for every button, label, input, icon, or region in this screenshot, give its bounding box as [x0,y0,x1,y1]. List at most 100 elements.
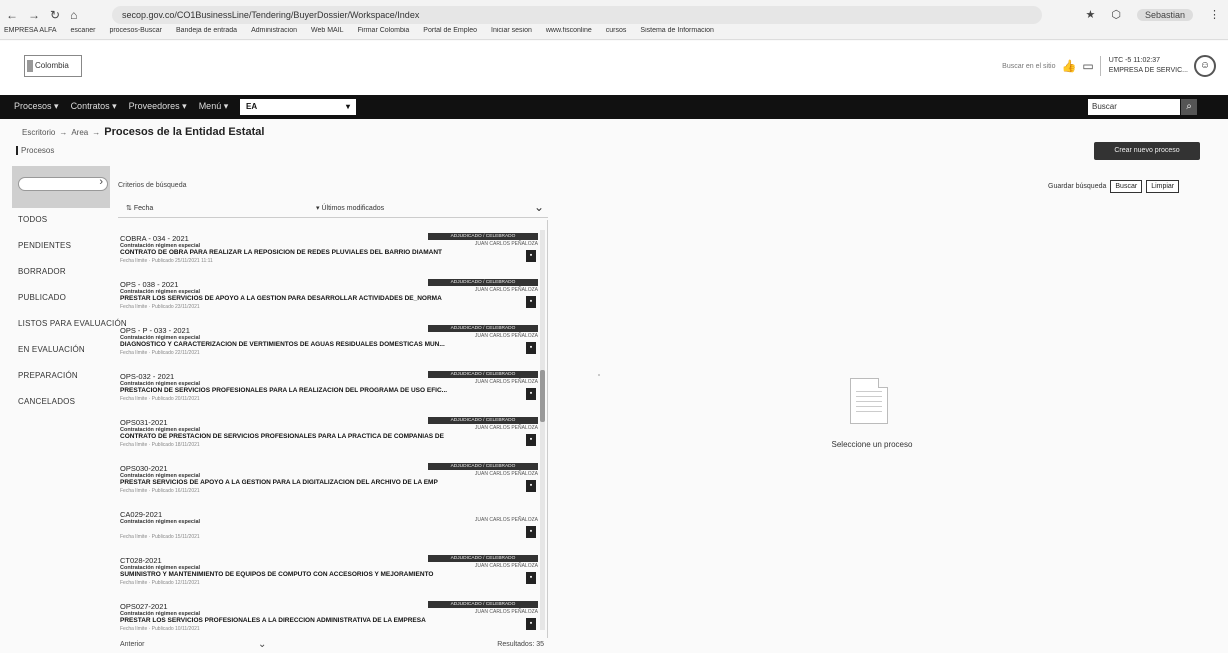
menu-icon[interactable]: ⋮ [1209,8,1220,21]
process-owner: JUAN CARLOS PEÑALOZA [474,609,538,615]
process-description: PRESTACION DE SERVICIOS PROFESIONALES PA… [120,387,448,394]
nav-item-proveedores[interactable]: Proveedores ▾ [129,101,187,112]
process-owner: JUAN CARLOS PEÑALOZA [474,517,538,523]
site-search-link[interactable]: Buscar en el sitio [1002,63,1055,70]
document-action-icon[interactable]: ▪ [526,572,536,584]
process-owner: JUAN CARLOS PEÑALOZA [474,241,538,247]
process-description: CONTRATO DE PRESTACION DE SERVICIOS PROF… [120,433,444,440]
status-item-evaluacion[interactable]: EN EVALUACIÓN [18,345,127,371]
header-actions: Buscar en el sitio 👍 ▭ UTC -5 11:02:37 E… [1002,55,1216,77]
status-item-publicado[interactable]: PUBLICADO [18,293,127,319]
status-item-cancelados[interactable]: CANCELADOS [18,397,127,423]
search-criteria-link[interactable]: Criterios de búsqueda [118,182,187,189]
chevron-down-icon[interactable]: ⌄ [258,639,266,650]
bookmark[interactable]: EMPRESA ALFA [4,27,57,40]
thumbs-up-icon[interactable]: 👍 [1061,59,1076,73]
sort-row: ⇅ Fecha ▾ Últimos modificados ⌄ [118,200,548,218]
notifications-icon[interactable]: ▭ [1082,59,1093,73]
user-info[interactable]: UTC -5 11:02:37 EMPRESA DE SERVIC... [1099,56,1188,76]
bookmark[interactable]: www.fisconline [546,27,592,40]
status-item-preparacion[interactable]: PREPARACIÓN [18,371,127,397]
back-icon[interactable]: ← [6,8,18,22]
chevron-down-icon[interactable]: ⌄ [534,200,544,214]
bookmark[interactable]: Administracion [251,27,297,40]
search-icon[interactable]: ⌕ [1181,99,1197,115]
search-button[interactable]: Buscar [1110,180,1143,193]
process-row[interactable]: COBRA - 034 - 2021 Contratación régimen e… [118,233,542,280]
process-reference: OPS027-2021 [120,602,168,611]
chevron-right-icon: → [92,127,101,137]
nav-item-menu[interactable]: Menú ▾ [199,101,229,112]
document-action-icon[interactable]: ▪ [526,434,536,446]
process-row[interactable]: OPS - P - 033 - 2021 Contratación régimen… [118,325,542,372]
status-badge: ADJUDICADO / CELEBRADO [428,463,538,470]
bookmark[interactable]: Iniciar sesion [491,27,532,40]
document-action-icon[interactable]: ▪ [526,480,536,492]
process-row[interactable]: OPS - 038 - 2021 Contratación régimen esp… [118,279,542,326]
bookmark[interactable]: escaner [71,27,96,40]
bookmark[interactable]: Firmar Colombia [358,27,410,40]
document-action-icon[interactable]: ▪ [526,388,536,400]
forward-icon[interactable]: → [28,8,40,22]
new-process-button[interactable]: Crear nuevo proceso [1094,142,1200,160]
list-scrollbar[interactable] [540,230,545,630]
bookmark[interactable]: Sistema de Informacion [640,27,714,40]
entity-select[interactable]: EA [240,99,356,115]
process-row[interactable]: OPS031-2021 Contratación régimen especial… [118,417,542,464]
clear-button[interactable]: Limpiar [1146,180,1180,193]
breadcrumb-item[interactable]: Area [71,128,88,137]
reload-icon[interactable]: ↻ [50,8,60,22]
bookmark-star-icon[interactable]: ★ [1085,8,1095,21]
list-footer: Anterior ⌄ Resultados: 35 [118,639,548,653]
nav-buttons: ← → ↻ ⌂ [6,8,77,22]
process-row[interactable]: OPS-032 - 2021 Contratación régimen espec… [118,371,542,418]
status-item-pendientes[interactable]: PENDIENTES [18,241,127,267]
bookmark[interactable]: procesos-Buscar [109,27,162,40]
sort-order-select[interactable]: ▾ Últimos modificados [316,204,384,212]
process-row[interactable]: CA029-2021 Contratación régimen especial F… [118,510,542,556]
status-item-todos[interactable]: TODOS [18,215,127,241]
home-icon[interactable]: ⌂ [70,8,77,22]
nav-item-procesos[interactable]: Procesos ▾ [14,101,59,112]
chevron-right-icon: → [59,127,68,137]
process-description: PRESTAR SERVICIOS DE APOYO A LA GESTION … [120,479,438,486]
bookmark[interactable]: cursos [606,27,627,40]
bookmark[interactable]: Bandeja de entrada [176,27,237,40]
colombia-logo[interactable]: Colombia [24,55,82,77]
process-row[interactable]: CT028-2021 Contratación régimen especial S… [118,555,542,602]
address-bar[interactable]: secop.gov.co/CO1BusinessLine/Tendering/B… [112,6,1042,24]
process-reference: OPS - P - 033 - 2021 [120,326,190,335]
document-action-icon[interactable]: ▪ [526,250,536,262]
extension-icon[interactable]: ⬡ [1111,8,1121,21]
save-search-link[interactable]: Guardar búsqueda [1048,183,1106,190]
browser-actions: ★ ⬡ Sebastian ⋮ [1085,8,1220,21]
scrollbar-thumb[interactable] [540,370,545,422]
status-item-borrador[interactable]: BORRADOR [18,267,127,293]
global-search-input[interactable]: Buscar [1088,99,1180,115]
company-name: EMPRESA DE SERVIC... [1108,67,1188,74]
process-owner: JUAN CARLOS PEÑALOZA [474,333,538,339]
profile-button[interactable]: Sebastian [1136,8,1193,21]
nav-item-label: Proveedores [128,101,180,111]
user-avatar-icon[interactable]: ☺ [1194,55,1216,77]
bookmark[interactable]: Web MAIL [311,27,344,40]
document-action-icon[interactable]: ▪ [526,618,536,630]
document-action-icon[interactable]: ▪ [526,526,536,538]
status-item-listos[interactable]: LISTOS PARA EVALUACIÓN [18,319,127,345]
process-row[interactable]: OPS027-2021 Contratación régimen especial… [118,601,542,638]
document-action-icon[interactable]: ▪ [526,342,536,354]
bookmark[interactable]: Portal de Empleo [423,27,477,40]
sort-by-select[interactable]: ⇅ Fecha [126,204,153,212]
process-reference: OPS - 038 - 2021 [120,280,179,289]
breadcrumb: Escritorio → Area → Procesos de la Entid… [22,126,264,138]
previous-page-link[interactable]: Anterior [120,641,145,648]
document-action-icon[interactable]: ▪ [526,296,536,308]
process-reference: COBRA - 034 - 2021 [120,234,189,243]
nav-item-label: Contratos [70,101,110,111]
process-owner: JUAN CARLOS PEÑALOZA [474,425,538,431]
process-row[interactable]: OPS030-2021 Contratación régimen especial… [118,463,542,510]
nav-item-contratos[interactable]: Contratos ▾ [71,101,117,112]
breadcrumb-item[interactable]: Escritorio [22,128,55,137]
sidebar-search-input[interactable] [18,176,108,191]
process-reference: OPS031-2021 [120,418,168,427]
